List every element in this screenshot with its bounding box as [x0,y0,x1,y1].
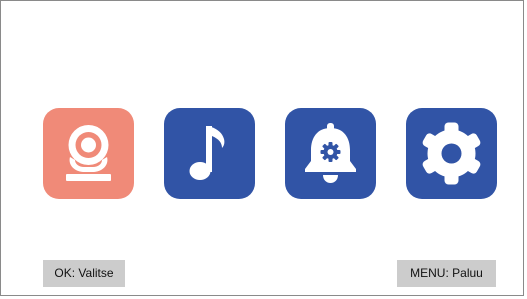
music-note-icon [189,126,225,180]
menu-item-music[interactable] [164,108,255,199]
menu-item-alarm[interactable] [285,108,376,199]
menu-item-settings[interactable] [406,108,497,199]
menu-back-hint: MENU: Paluu [397,260,496,287]
gear-icon [422,122,481,185]
camera-icon [66,125,111,181]
menu-item-camera[interactable] [43,108,134,199]
ok-select-hint: OK: Valitse [43,260,125,287]
bell-gear-icon [305,123,356,183]
screen-frame: OK: Valitse MENU: Paluu [0,0,524,296]
